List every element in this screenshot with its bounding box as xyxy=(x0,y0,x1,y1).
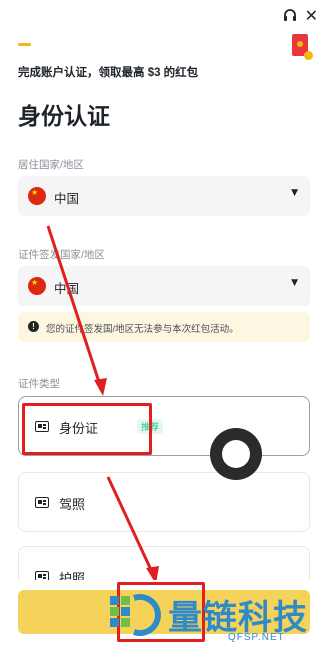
residence-select[interactable]: 中国 ▼ xyxy=(18,176,310,216)
top-bar: ✕ xyxy=(0,0,328,60)
chevron-down-icon: ▼ xyxy=(291,188,298,198)
info-icon: ! xyxy=(28,321,39,332)
promo-text: 完成账户认证，领取最高 $3 的红包 xyxy=(18,67,199,79)
id-option-drivers-license[interactable]: 驾照 xyxy=(18,472,310,532)
close-icon[interactable]: ✕ xyxy=(305,6,318,25)
issuing-value: 中国 xyxy=(54,282,80,296)
headset-icon[interactable] xyxy=(282,8,298,24)
china-flag-icon xyxy=(28,277,46,295)
id-type-label: 证件类型 xyxy=(18,378,60,390)
issuing-label: 证件签发国家/地区 xyxy=(18,249,105,261)
chevron-down-icon: ▼ xyxy=(291,278,298,288)
watermark-logo-icon xyxy=(110,594,161,636)
watermark-url: QFSP.NET xyxy=(228,632,285,643)
watermark: 量链科技 QFSP.NET xyxy=(108,588,326,648)
page-title: 身份认证 xyxy=(18,103,110,129)
annotation-highlight-box xyxy=(22,403,152,455)
residence-value: 中国 xyxy=(54,192,80,206)
id-card-icon xyxy=(35,497,49,508)
notice-banner: ! 您的证件签发国/地区无法参与本次红包活动。 xyxy=(18,312,310,342)
screen-record-button[interactable] xyxy=(210,428,262,480)
id-option-label: 驾照 xyxy=(59,497,86,512)
progress-indicator xyxy=(18,43,31,46)
residence-label: 居住国家/地区 xyxy=(18,159,84,171)
issuing-select[interactable]: 中国 ▼ xyxy=(18,266,310,306)
red-packet-icon[interactable] xyxy=(292,34,313,60)
china-flag-icon xyxy=(28,187,46,205)
notice-text: 您的证件签发国/地区无法参与本次红包活动。 xyxy=(46,324,239,335)
